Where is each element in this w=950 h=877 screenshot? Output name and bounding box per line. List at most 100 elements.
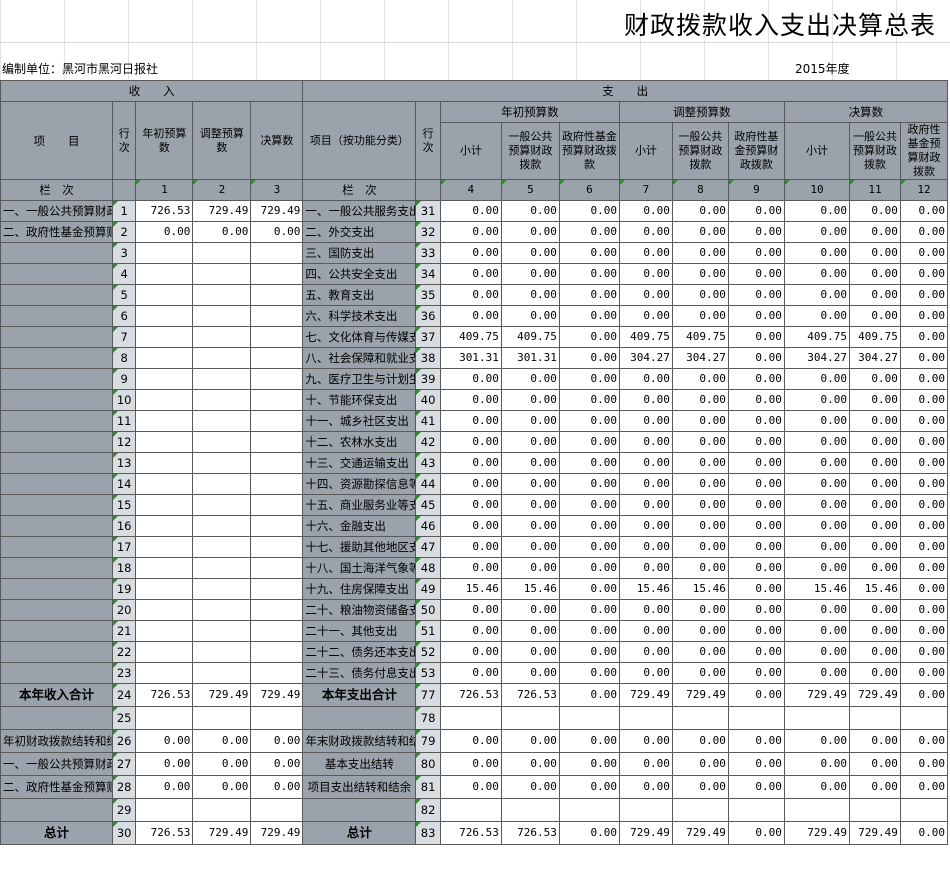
- expense-value-cell[interactable]: 0.00: [500, 494, 560, 516]
- row-number2[interactable]: 44: [415, 473, 441, 495]
- expense-value-cell[interactable]: 0.00: [618, 410, 673, 432]
- initial-budget-cell[interactable]: 726.53: [135, 821, 194, 845]
- row-number[interactable]: 24: [111, 683, 137, 707]
- expense-value-cell[interactable]: 0.00: [783, 431, 851, 453]
- income-item[interactable]: 二、政府性基金预算财政: [0, 221, 113, 243]
- expense-item[interactable]: 十五、商业服务业等支出: [302, 494, 417, 516]
- initial-budget-cell[interactable]: [135, 263, 194, 285]
- row-number2[interactable]: 83: [415, 821, 441, 845]
- adjusted-budget-cell[interactable]: [192, 578, 252, 600]
- row-number[interactable]: 5: [111, 284, 137, 306]
- row-number2[interactable]: 51: [415, 620, 441, 642]
- adjusted-budget-cell[interactable]: [192, 473, 252, 495]
- expense-value-cell[interactable]: 0.00: [783, 389, 851, 411]
- expense-value-cell[interactable]: 0.00: [671, 494, 729, 516]
- expense-value-cell[interactable]: 0.00: [899, 326, 949, 348]
- final-amount-cell[interactable]: 0.00: [250, 752, 304, 776]
- expense-value-cell[interactable]: 0.00: [849, 305, 901, 327]
- adjusted-budget-cell[interactable]: [192, 305, 252, 327]
- expense-value-cell[interactable]: 0.00: [500, 557, 560, 579]
- final-amount-cell[interactable]: [250, 494, 304, 516]
- expense-value-cell[interactable]: [558, 798, 620, 822]
- final-amount-cell[interactable]: [250, 706, 304, 730]
- expense-value-cell[interactable]: 0.00: [899, 389, 949, 411]
- expense-value-cell[interactable]: 15.46: [500, 578, 560, 600]
- expense-value-cell[interactable]: 0.00: [439, 620, 502, 642]
- row-number[interactable]: 12: [111, 431, 137, 453]
- expense-value-cell[interactable]: 0.00: [899, 662, 949, 684]
- final-amount-cell[interactable]: [250, 410, 304, 432]
- expense-item[interactable]: 五、教育支出: [302, 284, 417, 306]
- income-item[interactable]: [0, 242, 113, 264]
- expense-value-cell[interactable]: 0.00: [899, 536, 949, 558]
- initial-budget-cell[interactable]: 0.00: [135, 775, 194, 799]
- expense-value-cell[interactable]: 0.00: [849, 494, 901, 516]
- expense-value-cell[interactable]: 0.00: [439, 536, 502, 558]
- adjusted-budget-cell[interactable]: [192, 557, 252, 579]
- expense-value-cell[interactable]: 0.00: [727, 431, 785, 453]
- expense-value-cell[interactable]: 0.00: [618, 729, 673, 753]
- initial-budget-cell[interactable]: 0.00: [135, 729, 194, 753]
- expense-value-cell[interactable]: 0.00: [671, 641, 729, 663]
- expense-value-cell[interactable]: 0.00: [899, 368, 949, 390]
- expense-value-cell[interactable]: 0.00: [783, 368, 851, 390]
- expense-value-cell[interactable]: 0.00: [558, 641, 620, 663]
- expense-value-cell[interactable]: 0.00: [899, 821, 949, 845]
- expense-value-cell[interactable]: 0.00: [783, 620, 851, 642]
- row-number[interactable]: 30: [111, 821, 137, 845]
- expense-value-cell[interactable]: 0.00: [727, 221, 785, 243]
- initial-budget-cell[interactable]: [135, 473, 194, 495]
- row-number[interactable]: 29: [111, 798, 137, 822]
- expense-value-cell[interactable]: 729.49: [783, 683, 851, 707]
- initial-budget-cell[interactable]: [135, 452, 194, 474]
- expense-value-cell[interactable]: 729.49: [618, 683, 673, 707]
- adjusted-budget-cell[interactable]: [192, 706, 252, 730]
- expense-item[interactable]: 二十二、债务还本支出: [302, 641, 417, 663]
- final-amount-cell[interactable]: [250, 431, 304, 453]
- expense-item[interactable]: 十八、国土海洋气象等支出: [302, 557, 417, 579]
- expense-value-cell[interactable]: 0.00: [558, 242, 620, 264]
- expense-value-cell[interactable]: 0.00: [849, 557, 901, 579]
- expense-value-cell[interactable]: 0.00: [783, 515, 851, 537]
- income-item[interactable]: [0, 431, 113, 453]
- expense-value-cell[interactable]: 0.00: [618, 389, 673, 411]
- income-item[interactable]: [0, 368, 113, 390]
- expense-value-cell[interactable]: 0.00: [618, 641, 673, 663]
- expense-value-cell[interactable]: 0.00: [783, 305, 851, 327]
- income-item[interactable]: 年初财政拨款结转和结余: [0, 729, 113, 753]
- expense-value-cell[interactable]: 0.00: [727, 494, 785, 516]
- expense-value-cell[interactable]: 0.00: [439, 515, 502, 537]
- expense-value-cell[interactable]: 0.00: [899, 473, 949, 495]
- expense-value-cell[interactable]: 0.00: [558, 578, 620, 600]
- final-amount-cell[interactable]: 0.00: [250, 729, 304, 753]
- initial-budget-cell[interactable]: 0.00: [135, 752, 194, 776]
- expense-value-cell[interactable]: 0.00: [727, 326, 785, 348]
- expense-value-cell[interactable]: 0.00: [849, 431, 901, 453]
- expense-value-cell[interactable]: 0.00: [783, 599, 851, 621]
- expense-value-cell[interactable]: 0.00: [618, 242, 673, 264]
- expense-value-cell[interactable]: 0.00: [439, 729, 502, 753]
- expense-value-cell[interactable]: 0.00: [558, 662, 620, 684]
- expense-value-cell[interactable]: 0.00: [500, 410, 560, 432]
- expense-item[interactable]: 年末财政拨款结转和结余: [302, 729, 417, 753]
- income-item[interactable]: [0, 347, 113, 369]
- initial-budget-cell[interactable]: [135, 798, 194, 822]
- expense-item[interactable]: 六、科学技术支出: [302, 305, 417, 327]
- expense-value-cell[interactable]: 0.00: [618, 473, 673, 495]
- expense-value-cell[interactable]: 0.00: [727, 242, 785, 264]
- expense-value-cell[interactable]: 0.00: [849, 775, 901, 799]
- expense-value-cell[interactable]: [558, 706, 620, 730]
- expense-value-cell[interactable]: 0.00: [500, 305, 560, 327]
- row-number[interactable]: 22: [111, 641, 137, 663]
- expense-value-cell[interactable]: 0.00: [727, 599, 785, 621]
- expense-value-cell[interactable]: [727, 798, 785, 822]
- row-number2[interactable]: 38: [415, 347, 441, 369]
- row-number2[interactable]: 39: [415, 368, 441, 390]
- income-item[interactable]: [0, 641, 113, 663]
- expense-value-cell[interactable]: 0.00: [500, 389, 560, 411]
- initial-budget-cell[interactable]: [135, 410, 194, 432]
- expense-item[interactable]: 二十三、债务付息支出: [302, 662, 417, 684]
- row-number2[interactable]: 34: [415, 263, 441, 285]
- expense-value-cell[interactable]: 0.00: [671, 752, 729, 776]
- row-number[interactable]: 25: [111, 706, 137, 730]
